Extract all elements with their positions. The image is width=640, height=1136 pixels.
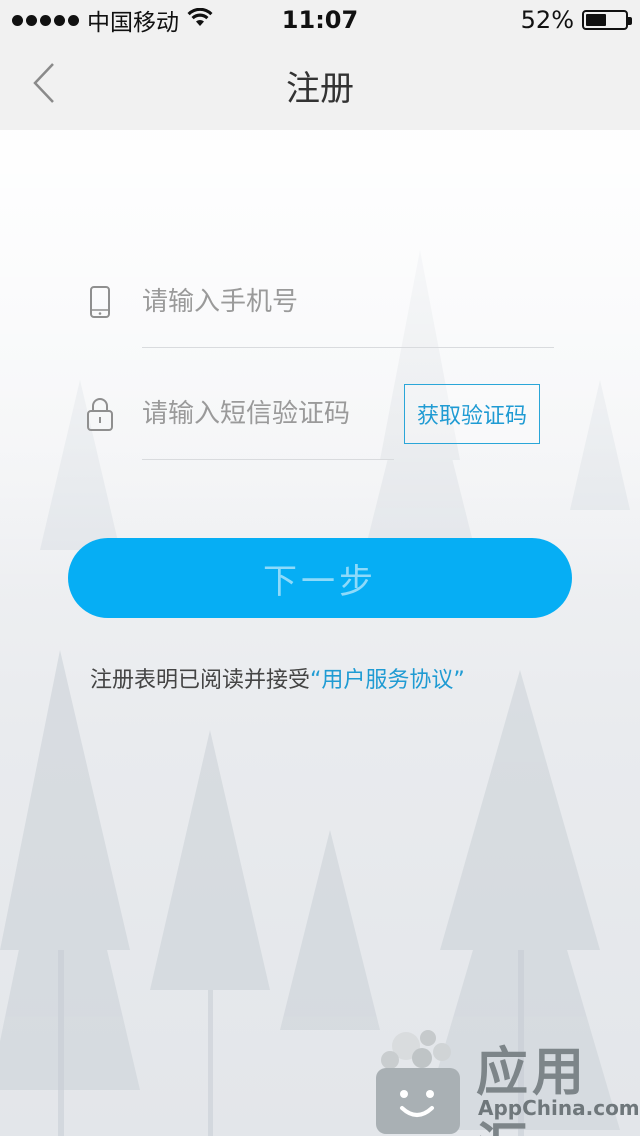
appchina-watermark: 应用汇 AppChina.com: [372, 1024, 640, 1136]
battery-percent: 52%: [520, 6, 574, 34]
carrier-name: 中国移动: [87, 10, 179, 36]
phone-underline: [142, 347, 554, 348]
page-title: 注册: [286, 68, 354, 109]
code-underline: [142, 459, 394, 460]
status-right: 52%: [520, 6, 632, 34]
battery-level: [586, 14, 606, 26]
back-button[interactable]: [22, 58, 66, 108]
watermark-domain: AppChina.com: [478, 1096, 640, 1120]
chevron-left-icon: [33, 63, 54, 103]
appchina-logo-icon: [376, 1030, 460, 1134]
watermark-brand: 应用汇: [476, 1043, 589, 1136]
code-field-row: [80, 392, 120, 436]
agreement-text: 注册表明已阅读并接受“用户服务协议”: [90, 662, 465, 694]
phone-input[interactable]: [142, 280, 552, 324]
sms-code-input[interactable]: [142, 392, 394, 436]
lock-icon: [80, 392, 120, 436]
status-bar: 中国移动 11:07 52%: [0, 0, 640, 40]
navigation-bar: 注册: [0, 40, 640, 130]
battery-icon: [582, 10, 632, 30]
user-agreement-link[interactable]: “用户服务协议”: [310, 668, 465, 693]
next-step-button[interactable]: 下一步: [68, 538, 572, 618]
get-code-button[interactable]: 获取验证码: [404, 384, 540, 444]
signal-strength-icon: [12, 14, 79, 26]
phone-field-row: [80, 280, 120, 324]
agreement-prefix: 注册表明已阅读并接受: [90, 668, 311, 693]
status-left: 中国移动: [12, 3, 213, 37]
phone-icon: [80, 280, 120, 324]
wifi-icon: [187, 6, 213, 34]
